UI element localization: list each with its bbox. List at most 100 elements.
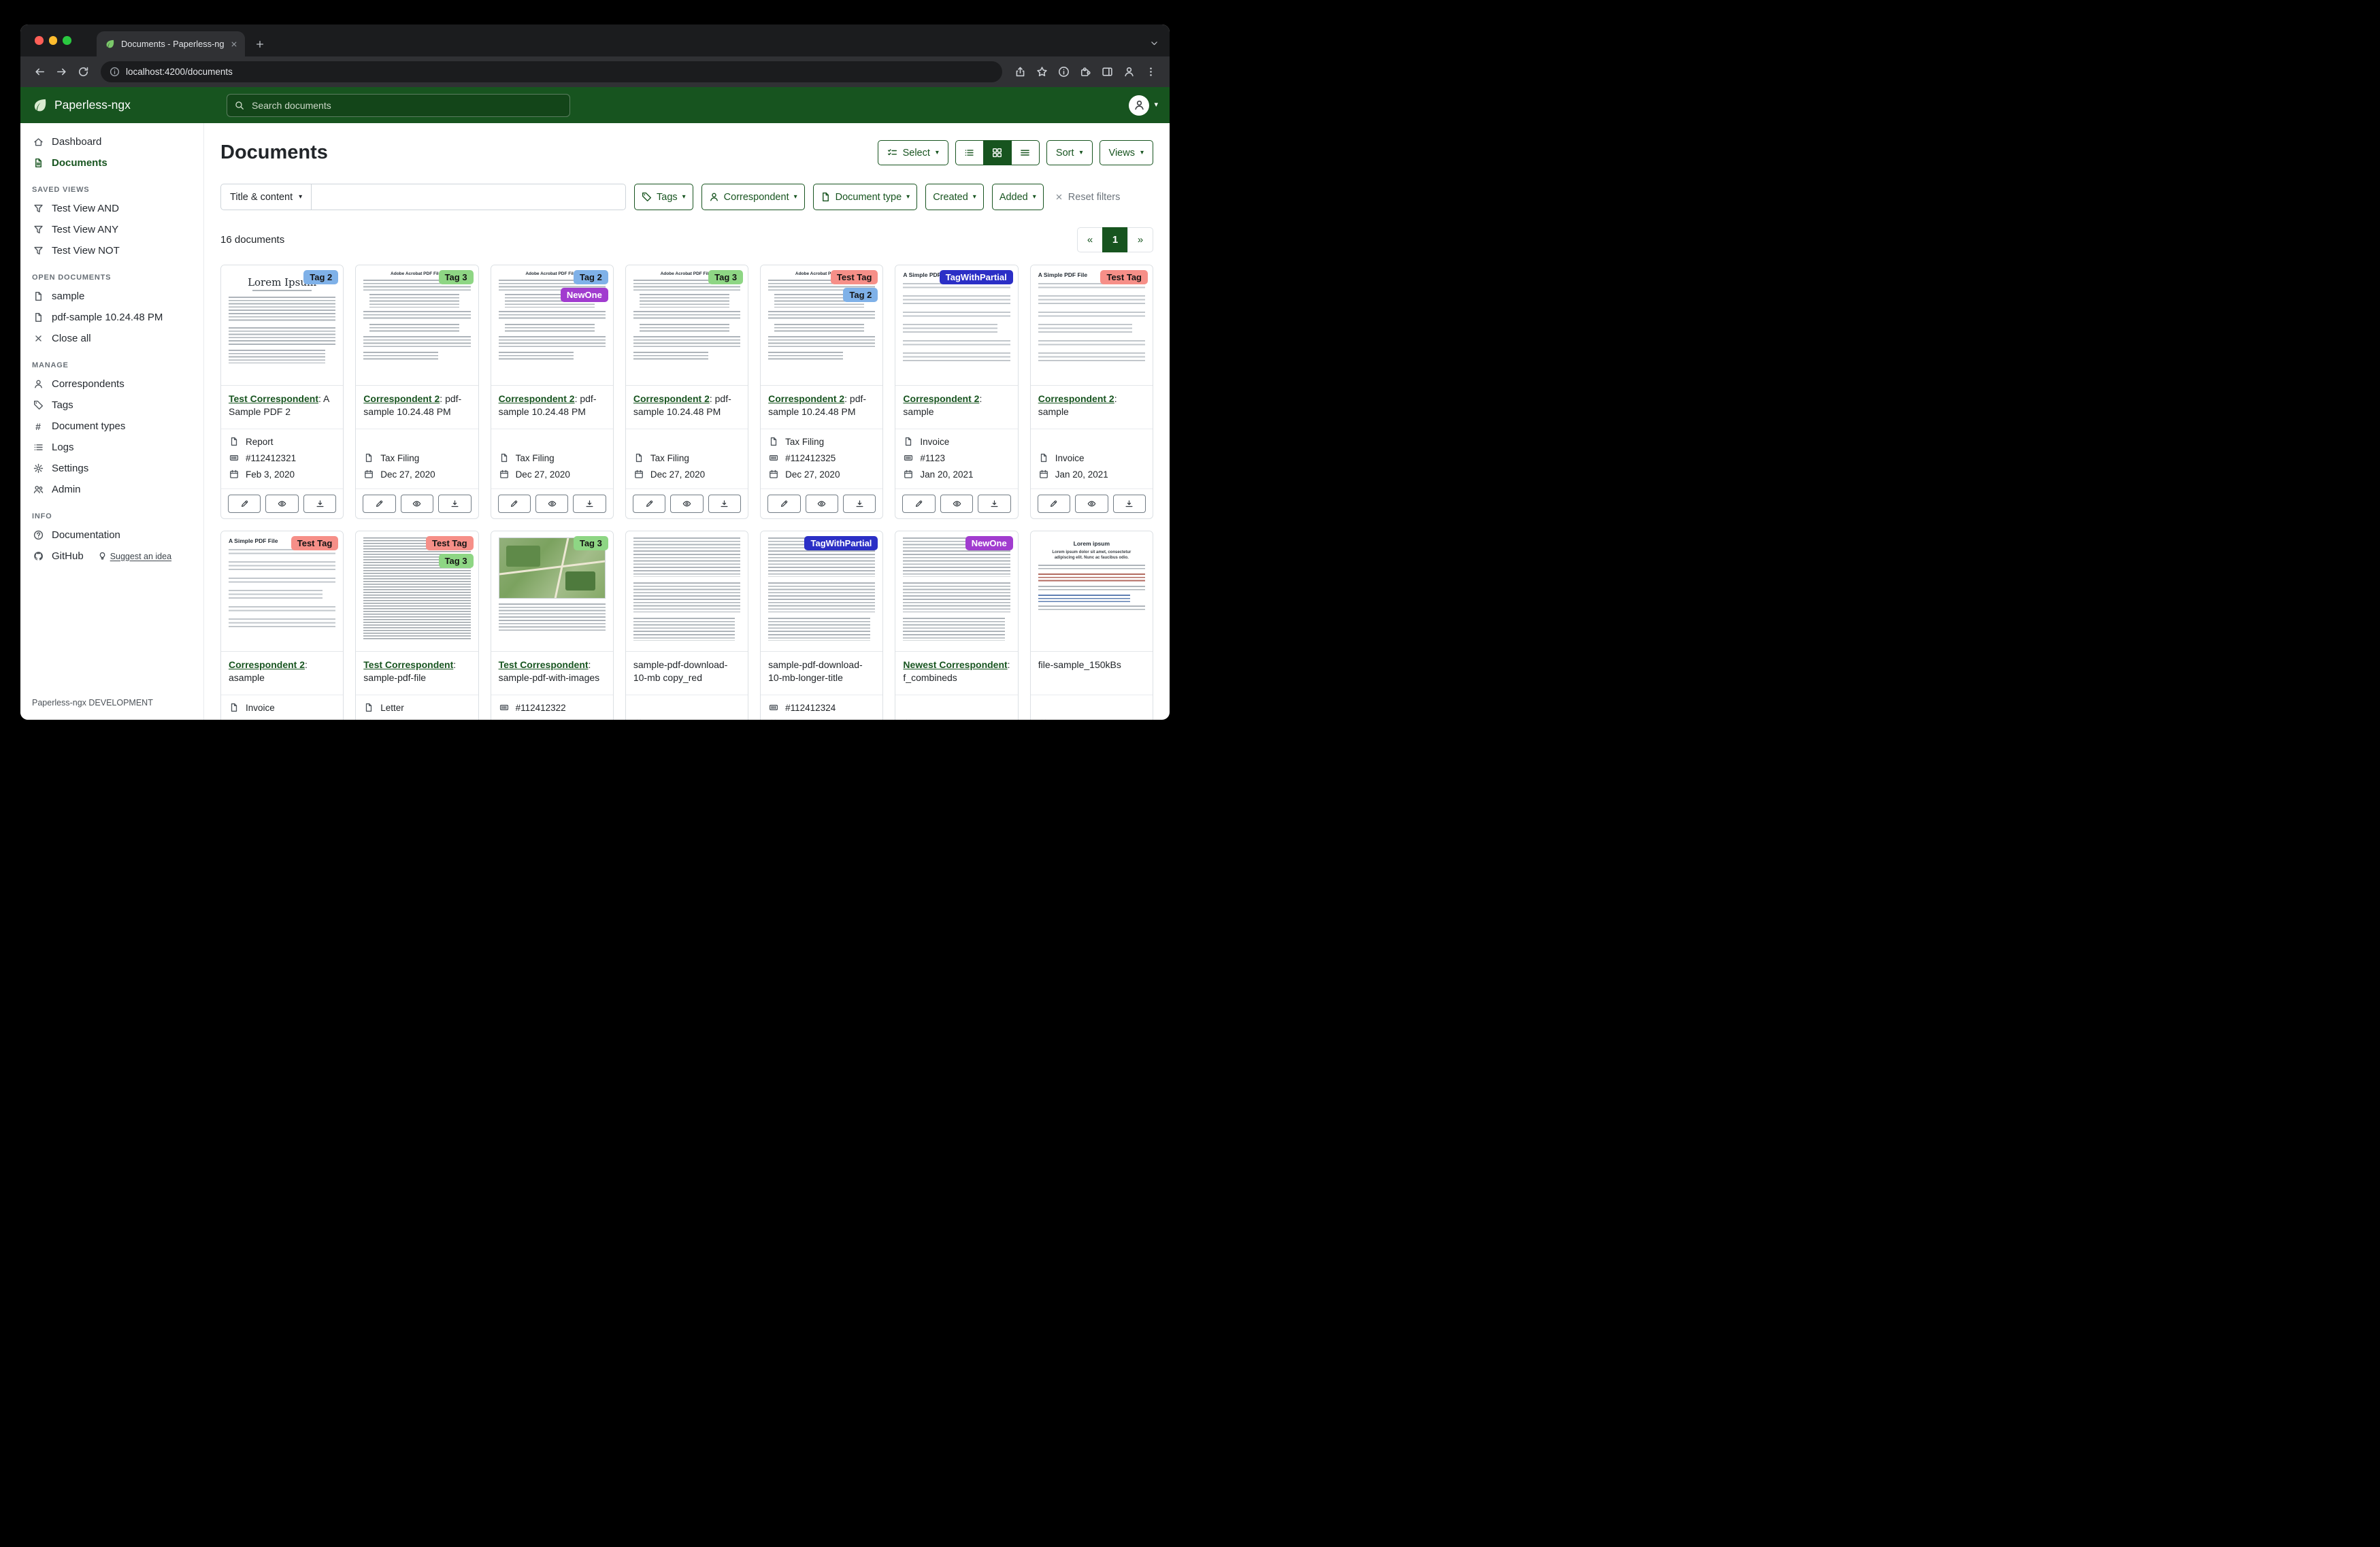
view-document-button[interactable] (265, 495, 298, 513)
browser-tab[interactable]: Documents - Paperless-ngx (97, 31, 245, 56)
tag-badge[interactable]: Tag 2 (574, 270, 608, 284)
sidebar-item-documents[interactable]: Documents (20, 152, 203, 173)
filter-document-type-button[interactable]: Document type▾ (813, 184, 918, 210)
download-document-button[interactable] (1113, 495, 1146, 513)
sort-button[interactable]: Sort ▾ (1046, 140, 1093, 165)
edit-document-button[interactable] (902, 495, 935, 513)
sidebar-item-sample[interactable]: sample (20, 286, 203, 307)
tag-badge[interactable]: NewOne (965, 536, 1013, 550)
extensions-button[interactable] (1074, 61, 1096, 83)
sidebar-item-document-types[interactable]: #Document types (20, 416, 203, 437)
profile-button[interactable] (1118, 61, 1140, 83)
tag-badge[interactable]: Test Tag (291, 536, 339, 550)
minimize-window-button[interactable] (49, 36, 58, 45)
sidebar-item-test-view-not[interactable]: Test View NOT (20, 240, 203, 261)
document-thumbnail[interactable]: Lorem IpsumTag 2 (221, 265, 343, 386)
sidebar-item-close-all[interactable]: Close all (20, 328, 203, 349)
tag-badge[interactable]: Tag 3 (574, 536, 608, 550)
filter-correspondent-button[interactable]: Correspondent▾ (701, 184, 805, 210)
download-document-button[interactable] (978, 495, 1010, 513)
document-thumbnail[interactable]: A Simple PDF FileTest Tag (221, 531, 343, 652)
download-document-button[interactable] (843, 495, 876, 513)
sidebar-item-logs[interactable]: Logs (20, 437, 203, 458)
pagination-page-1[interactable]: 1 (1102, 227, 1128, 252)
reload-button[interactable] (72, 61, 94, 83)
sidebar-item-github[interactable]: GitHubSuggest an idea (20, 546, 203, 567)
reset-filters-button[interactable]: Reset filters (1055, 192, 1121, 203)
tag-badge[interactable]: TagWithPartial (804, 536, 878, 550)
download-document-button[interactable] (708, 495, 741, 513)
view-document-button[interactable] (806, 495, 838, 513)
edit-document-button[interactable] (363, 495, 395, 513)
user-menu[interactable]: ▾ (1129, 95, 1158, 116)
sidebar-item-settings[interactable]: Settings (20, 458, 203, 479)
edit-document-button[interactable] (767, 495, 800, 513)
sidebar-item-test-view-any[interactable]: Test View ANY (20, 219, 203, 240)
tag-badge[interactable]: Test Tag (1100, 270, 1148, 284)
browser-menu-button[interactable] (1140, 61, 1161, 83)
tag-badge[interactable]: NewOne (561, 288, 608, 302)
correspondent-link[interactable]: Correspondent 2 (1038, 393, 1114, 404)
document-thumbnail[interactable]: Adobe Acrobat PDF FilesTag 3 (626, 265, 748, 386)
tab-list-chevron-icon[interactable] (1150, 39, 1159, 48)
document-thumbnail[interactable]: A Simple PDF FileTagWithPartial (895, 265, 1017, 386)
correspondent-link[interactable]: Correspondent 2 (633, 393, 710, 404)
site-info-icon[interactable] (110, 67, 120, 77)
document-title[interactable]: sample-pdf-download-10-mb copy_red (633, 659, 728, 683)
document-thumbnail[interactable]: A Simple PDF FileTest Tag (1031, 265, 1153, 386)
views-button[interactable]: Views ▾ (1100, 140, 1153, 165)
filter-field-button[interactable]: Title & content ▾ (220, 184, 312, 210)
sidebar-item-test-view-and[interactable]: Test View AND (20, 198, 203, 219)
correspondent-link[interactable]: Test Correspondent (499, 659, 589, 670)
toolbar-info-icon[interactable] (1053, 61, 1074, 83)
sidebar-item-admin[interactable]: Admin (20, 479, 203, 500)
view-document-button[interactable] (670, 495, 703, 513)
app-brand[interactable]: Paperless-ngx (32, 97, 208, 113)
document-thumbnail[interactable]: Tag 3 (491, 531, 613, 652)
share-button[interactable] (1009, 61, 1031, 83)
download-document-button[interactable] (573, 495, 606, 513)
correspondent-link[interactable]: Test Correspondent (363, 659, 453, 670)
document-thumbnail[interactable]: Lorem ipsumLorem ipsum dolor sit amet, c… (1031, 531, 1153, 652)
document-thumbnail[interactable]: TagWithPartial (761, 531, 882, 652)
view-document-button[interactable] (535, 495, 568, 513)
select-button[interactable]: Select ▾ (878, 140, 948, 165)
filter-added-button[interactable]: Added▾ (992, 184, 1044, 210)
fullscreen-window-button[interactable] (63, 36, 71, 45)
document-title[interactable]: sample-pdf-download-10-mb-longer-title (768, 659, 863, 683)
view-list-button[interactable] (955, 140, 984, 165)
address-bar[interactable]: localhost:4200/documents (101, 61, 1002, 82)
close-window-button[interactable] (35, 36, 44, 45)
document-title[interactable]: file-sample_150kBs (1038, 659, 1121, 670)
view-document-button[interactable] (940, 495, 973, 513)
edit-document-button[interactable] (498, 495, 531, 513)
pagination-prev[interactable]: « (1077, 227, 1103, 252)
document-thumbnail[interactable]: NewOne (895, 531, 1017, 652)
filter-tags-button[interactable]: Tags▾ (634, 184, 693, 210)
tag-badge[interactable]: Tag 2 (303, 270, 338, 284)
tab-close-icon[interactable] (230, 40, 238, 48)
sidebar-item-correspondents[interactable]: Correspondents (20, 373, 203, 395)
correspondent-link[interactable]: Correspondent 2 (903, 393, 979, 404)
download-document-button[interactable] (303, 495, 336, 513)
view-document-button[interactable] (1075, 495, 1108, 513)
correspondent-link[interactable]: Test Correspondent (229, 393, 318, 404)
new-tab-button[interactable] (255, 39, 265, 49)
sidebar-item-tags[interactable]: Tags (20, 395, 203, 416)
edit-document-button[interactable] (228, 495, 261, 513)
tag-badge[interactable]: Tag 2 (843, 288, 878, 302)
sidebar-item-dashboard[interactable]: Dashboard (20, 131, 203, 152)
tag-badge[interactable]: Tag 3 (439, 554, 474, 568)
bookmark-star-button[interactable] (1031, 61, 1053, 83)
sidebar-item-suggest-an-idea[interactable]: Suggest an idea (98, 552, 171, 561)
back-button[interactable] (29, 61, 50, 83)
filter-created-button[interactable]: Created▾ (925, 184, 984, 210)
document-thumbnail[interactable]: Test TagTag 3 (356, 531, 478, 652)
correspondent-link[interactable]: Newest Correspondent (903, 659, 1007, 670)
download-document-button[interactable] (438, 495, 471, 513)
search-input[interactable] (250, 99, 562, 112)
correspondent-link[interactable]: Correspondent 2 (363, 393, 440, 404)
document-thumbnail[interactable] (626, 531, 748, 652)
edit-document-button[interactable] (1038, 495, 1070, 513)
edit-document-button[interactable] (633, 495, 665, 513)
